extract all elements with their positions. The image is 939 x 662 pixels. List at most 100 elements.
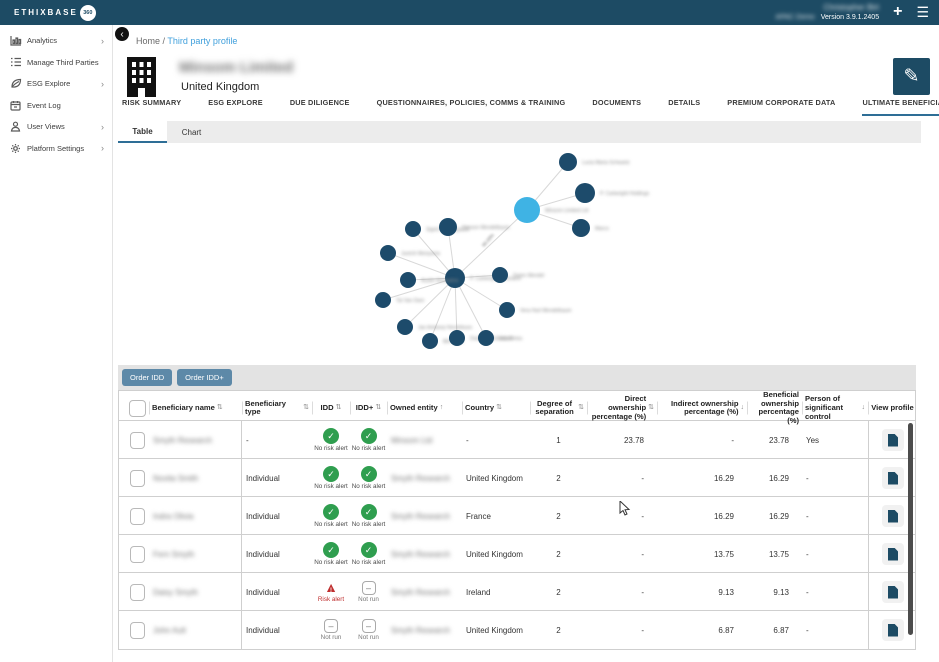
beneficial-ownership-cell: 16.29 <box>747 474 802 483</box>
order-idd-button[interactable]: Order IDD <box>122 369 172 386</box>
hamburger-menu-icon[interactable]: ☰ <box>916 5 929 19</box>
table-vertical-scrollbar[interactable] <box>908 423 913 635</box>
not-run-icon: – <box>362 581 376 595</box>
column-header-beneficiary-type[interactable]: Beneficiary type⇅ <box>242 400 312 417</box>
beneficiary-name-cell: Smyth Research <box>149 421 242 459</box>
column-header-person-of-significant-control[interactable]: Person of significant control↓ <box>802 395 868 421</box>
view-profile-button[interactable] <box>882 581 904 603</box>
row-checkbox[interactable] <box>130 546 145 563</box>
page: ETHIXBASE 360 Christopher Birt APAC Demo… <box>0 0 939 662</box>
owned-entity: Smyth Research <box>391 512 450 521</box>
graph-node-f[interactable] <box>405 221 421 237</box>
sort-icon[interactable]: ↓ <box>862 404 866 412</box>
graph-node-c3[interactable] <box>572 219 590 237</box>
column-header-owned-entity[interactable]: Owned entity↑ <box>387 404 462 413</box>
graph-node-l[interactable] <box>422 333 438 349</box>
beneficiary-name: Smyth Research <box>153 436 212 445</box>
brand-text: ETHIXBASE <box>14 8 78 17</box>
tab-premium-corporate-data[interactable]: PREMIUM CORPORATE DATA <box>727 98 835 116</box>
graph-node-c1[interactable] <box>559 153 577 171</box>
row-checkbox[interactable] <box>130 622 145 639</box>
idd-cell: ✓No risk alert <box>312 428 350 452</box>
column-header-select-all[interactable] <box>119 400 149 417</box>
tab-ultimate-beneficial-owner[interactable]: ULTIMATE BENEFICIAL OWNER <box>862 98 939 116</box>
row-checkbox[interactable] <box>130 432 145 449</box>
column-header-indirect-ownership-percentage-%-[interactable]: Indirect ownership percentage (%)↓ <box>657 400 747 417</box>
column-header-beneficiary-name[interactable]: Beneficiary name⇅ <box>149 404 242 413</box>
sort-icon[interactable]: ⇅ <box>648 404 654 412</box>
graph-node-j[interactable] <box>375 292 391 308</box>
order-idd-plus-button[interactable]: Order IDD+ <box>177 369 232 386</box>
tab-due-diligence[interactable]: DUE DILIGENCE <box>290 98 350 116</box>
row-checkbox[interactable] <box>130 470 145 487</box>
column-header-country[interactable]: Country⇅ <box>462 404 530 413</box>
view-profile-button[interactable] <box>882 619 904 641</box>
tab-esg-explore[interactable]: ESG EXPLORE <box>208 98 263 116</box>
graph-node-o[interactable] <box>499 302 515 318</box>
column-header-label: Beneficiary name <box>152 404 215 413</box>
column-header-label: IDD <box>321 404 334 413</box>
beneficiary-name-cell: Novita Smith <box>149 459 242 497</box>
person-of-significant-control-cell: - <box>802 474 868 483</box>
view-profile-button[interactable] <box>882 429 904 451</box>
table-row: Daisy SmythIndividual▲!Risk alert–Not ru… <box>119 573 915 611</box>
graph-node-p[interactable] <box>492 267 508 283</box>
beneficiary-name: Daisy Smyth <box>153 588 198 597</box>
graph-node-n[interactable] <box>478 330 494 346</box>
sort-icon[interactable]: ⇅ <box>303 404 309 412</box>
graph-node-g[interactable] <box>439 218 457 236</box>
idd-plus-cell: –Not run <box>350 619 387 641</box>
tab-details[interactable]: DETAILS <box>668 98 700 116</box>
status-label: Not run <box>321 634 342 641</box>
graph-node-i[interactable] <box>400 272 416 288</box>
user-views-icon <box>9 121 22 133</box>
sort-icon[interactable]: ⇅ <box>336 404 342 412</box>
tab-risk-summary[interactable]: RISK SUMMARY <box>122 98 181 116</box>
sort-icon[interactable]: ⇅ <box>496 404 502 412</box>
graph-node-k[interactable] <box>397 319 413 335</box>
plus-icon[interactable]: + <box>893 4 902 20</box>
column-header-degree-of-separation[interactable]: Degree of separation⇅ <box>530 400 587 417</box>
sort-icon[interactable]: ⇅ <box>375 404 381 412</box>
sidebar-item-platform-settings[interactable]: Platform Settings› <box>0 138 112 160</box>
status-risk: ▲!Risk alert <box>316 581 346 603</box>
sort-icon[interactable]: ⇅ <box>578 404 584 412</box>
sort-icon[interactable]: ↑ <box>440 404 444 412</box>
select-all-checkbox[interactable] <box>129 400 146 417</box>
sidebar-item-event-log[interactable]: Event Log <box>0 95 112 117</box>
person-of-significant-control-cell: - <box>802 588 868 597</box>
not-run-icon: – <box>362 619 376 633</box>
idd-plus-cell: ✓No risk alert <box>350 428 387 452</box>
beneficial-ownership-cell: 6.87 <box>747 626 802 635</box>
tab-questionnaires-policies-comms-training[interactable]: QUESTIONNAIRES, POLICIES, COMMS & TRAINI… <box>377 98 566 116</box>
view-profile-button[interactable] <box>882 543 904 565</box>
owned-entity-cell: Smyth Research <box>387 588 462 597</box>
row-checkbox[interactable] <box>130 584 145 601</box>
sort-icon[interactable]: ↓ <box>741 404 745 412</box>
tab-chart[interactable]: Chart <box>167 121 216 143</box>
graph-node-h[interactable] <box>380 245 396 261</box>
sidebar-item-esg-explore[interactable]: ESG Explore› <box>0 73 112 95</box>
edit-profile-button[interactable]: ✎ <box>893 58 930 95</box>
column-header-idd+[interactable]: IDD+⇅ <box>350 404 387 413</box>
graph-node-c2[interactable] <box>575 183 595 203</box>
view-profile-button[interactable] <box>882 505 904 527</box>
mouse-cursor <box>619 501 631 517</box>
column-header-view-profile[interactable]: View profile <box>868 404 917 413</box>
beneficiary-type-cell: - <box>242 436 312 445</box>
row-checkbox[interactable] <box>130 508 145 525</box>
sidebar-item-user-views[interactable]: User Views› <box>0 116 112 138</box>
sidebar-collapse-button[interactable]: ‹ <box>115 27 129 41</box>
graph-node-root[interactable] <box>514 197 540 223</box>
column-header-beneficial-ownership-percentage-%-[interactable]: Beneficial ownership percentage (%) <box>747 391 802 426</box>
column-header-idd[interactable]: IDD⇅ <box>312 404 350 413</box>
tab-documents[interactable]: DOCUMENTS <box>592 98 641 116</box>
view-profile-button[interactable] <box>882 467 904 489</box>
sort-icon[interactable]: ⇅ <box>217 404 223 412</box>
column-header-direct-ownership-percentage-%-[interactable]: Direct ownership percentage (%)⇅ <box>587 395 657 421</box>
breadcrumb-home[interactable]: Home <box>136 36 160 46</box>
sidebar-item-manage-third-parties[interactable]: Manage Third Parties <box>0 52 112 74</box>
tab-table[interactable]: Table <box>118 121 167 143</box>
sidebar-item-analytics[interactable]: Analytics› <box>0 30 112 52</box>
graph-node-m[interactable] <box>449 330 465 346</box>
